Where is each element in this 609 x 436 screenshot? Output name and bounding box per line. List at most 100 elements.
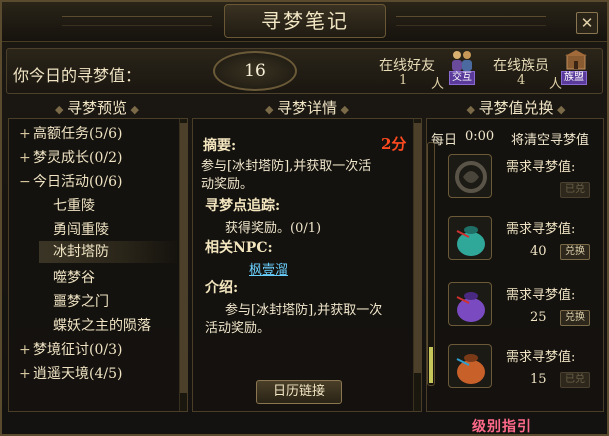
tree-item-label: 噬梦谷 [53,270,95,286]
header-ornament-icon: ◆ [337,103,349,116]
tree-item-butterfly-lord[interactable]: 蝶妖之主的陨落 [53,315,151,335]
track-progress-text: 获得奖励。(0/1) [225,221,322,236]
header-ornament-icon: ◆ [466,103,479,116]
points-badge: 2分 [381,135,407,153]
detail-scroll-thumb[interactable] [414,123,422,373]
daily-reset-time: 0:00 [465,129,495,144]
detail-header: ◆ 寻梦详情 ◆ [192,98,422,118]
exchange-row-3: 需求寻梦值: 25 兑换 [436,280,600,340]
clan-icon-caption: 族盟 [561,71,587,85]
friends-interact-icon[interactable]: 交互 [449,49,475,85]
swirl-emblem-icon [455,161,487,193]
exchange-progress-rail [427,142,435,386]
exchange-row-2: 需求寻梦值: 40 兑换 [436,214,600,274]
tree-item-label: 梦灵成长(0/2) [33,150,123,166]
tree-item-nightmare-gate[interactable]: 噩梦之门 [53,291,109,311]
online-friends-count: 1 [399,73,408,88]
header-ornament-icon: ◆ [553,103,566,116]
tree-item-dream-expedition[interactable]: + 梦境征讨(0/3) [19,339,122,359]
reward-slot-3[interactable] [448,282,492,326]
summary-text-line-1: 参与[冰封塔防],并获取一次活 [201,159,372,174]
dream-notes-window: 寻梦笔记 ✕ 你今日的寻梦值： 16 在线好友 1 人 交互 在线族员 4 人 [0,0,609,436]
expand-icon[interactable]: + [19,126,33,142]
online-clan: 在线族员 4 人 [493,55,562,92]
tree-item-label: 七重陵 [53,198,95,214]
reward-slot-1[interactable] [448,154,492,198]
dream-value-bar: 你今日的寻梦值： 16 在线好友 1 人 交互 在线族员 4 人 族盟 [6,48,603,94]
online-clan-count: 4 [517,73,526,88]
exchange-requirement-value: 40 [530,244,547,259]
tree-item-dream-valley[interactable]: 噬梦谷 [53,267,95,287]
summary-text-line-2: 动奖励。 [201,177,254,192]
close-button[interactable]: ✕ [576,12,598,34]
reward-slot-4[interactable] [448,344,492,388]
exchange-header: ◆ 寻梦值兑换 ◆ [428,98,604,118]
exchange-requirement-value: 15 [530,372,547,387]
header-ornament-icon: ◆ [127,103,139,116]
tree-scroll-thumb[interactable] [180,123,188,393]
title-bar[interactable]: 寻梦笔记 ✕ [2,2,607,42]
header-ornament-icon: ◆ [265,103,277,116]
preview-tree-panel: + 高额任务(5/6) + 梦灵成长(0/2) − 今日活动(0/6) 七重陵 勇闯重… [8,118,188,412]
tree-item-label: 今日活动(0/6) [33,174,123,190]
tree-item-spirit-growth[interactable]: + 梦灵成长(0/2) [19,147,122,167]
expand-icon[interactable]: + [19,342,33,358]
orange-pouch-icon [456,354,485,384]
online-friends-unit: 人 [431,77,445,92]
title-ornament-right [396,16,546,26]
daily-reset-action: 将清空寻梦值 [511,133,590,148]
detail-header-label: 寻梦详情 [276,99,337,117]
preview-header-label: 寻梦预览 [66,99,127,117]
exchange-requirement-label: 需求寻梦值: [506,288,576,303]
exchange-requirement-value: 25 [530,310,547,325]
exchanged-button[interactable]: 已兑 [560,182,590,198]
green-pouch-icon [456,226,485,256]
tree-item-ice-tower-defense[interactable]: 冰封塔防 [39,241,179,263]
collapse-icon[interactable]: − [19,174,33,190]
clan-alliance-icon[interactable]: 族盟 [561,49,589,85]
tree-item-label: 高额任务(5/6) [33,126,123,142]
purple-pouch-icon [456,292,485,322]
exchange-progress-fill [429,347,433,383]
dream-value-display: 16 [213,51,297,91]
window-title: 寻梦笔记 [224,4,386,38]
npc-link[interactable]: 枫壹溜 [249,259,288,278]
exchange-row-4: 需求寻梦值: 15 已兑 [436,342,600,402]
online-friends: 在线好友 1 人 [379,55,444,92]
exchange-requirement-label: 需求寻梦值: [506,222,576,237]
tree-item-label: 冰封塔防 [53,244,109,260]
online-clan-label: 在线族员 [493,58,549,74]
summary-heading: 摘要: [203,138,237,154]
tree-item-label: 梦境征讨(0/3) [33,342,123,358]
exchange-row-1: 需求寻梦值: 已兑 [436,152,600,212]
exchange-header-label: 寻梦值兑换 [478,99,554,117]
tree-item-label: 噩梦之门 [53,294,109,310]
dream-value-label: 你今日的寻梦值： [13,66,142,85]
tree-item-today-events[interactable]: − 今日活动(0/6) [19,171,122,191]
expand-icon[interactable]: + [19,366,33,382]
exchange-button[interactable]: 兑换 [560,310,590,326]
expand-icon[interactable]: + [19,150,33,166]
level-guide-link[interactable]: 级别指引 [472,416,532,436]
track-heading: 寻梦点追踪: [205,198,281,214]
tree-item-label: 蝶妖之主的陨落 [53,318,151,334]
intro-heading: 介绍: [205,280,239,296]
exchanged-button[interactable]: 已兑 [560,372,590,388]
exchange-button[interactable]: 兑换 [560,244,590,260]
tree-item-brave-tombs[interactable]: 勇闯重陵 [53,219,109,239]
friends-icon-caption: 交互 [449,71,475,85]
tree-item-seven-tombs[interactable]: 七重陵 [53,195,95,215]
tree-item-label: 勇闯重陵 [53,222,109,238]
detail-scrollbar[interactable] [413,119,422,411]
detail-panel: 摘要: 2分 参与[冰封塔防],并获取一次活 动奖励。 寻梦点追踪: 获得奖励。… [192,118,422,412]
reward-slot-2[interactable] [448,216,492,260]
tree-item-carefree-realm[interactable]: + 逍遥天境(4/5) [19,363,122,383]
exchange-requirement-label: 需求寻梦值: [506,350,576,365]
calendar-link-button[interactable]: 日历链接 [256,380,342,404]
exchange-requirement-label: 需求寻梦值: [506,160,576,175]
header-ornament-icon: ◆ [55,103,67,116]
intro-text-line-2: 活动奖励。 [205,321,271,336]
tree-scrollbar[interactable] [179,119,188,411]
online-friends-label: 在线好友 [379,58,435,74]
tree-item-high-tasks[interactable]: + 高额任务(5/6) [19,123,122,143]
